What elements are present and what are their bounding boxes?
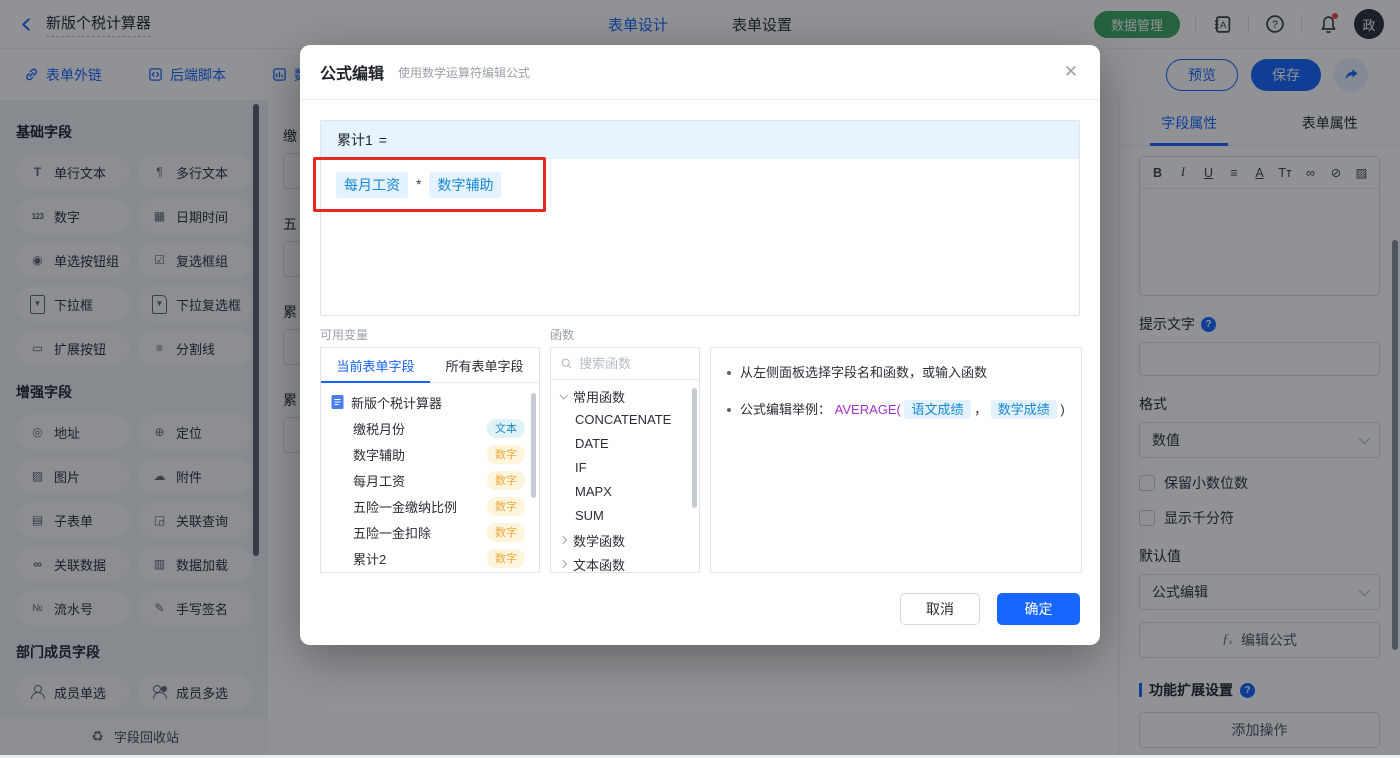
variable-field[interactable]: 每月工资 数字 xyxy=(321,467,539,493)
chevron-right-icon xyxy=(559,536,567,544)
variable-field[interactable]: 五险一金缴纳比例 数字 xyxy=(321,493,539,519)
variables-column: 可用变量 当前表单字段 所有表单字段 新版个税计算器 缴税月份文本 数字辅助数字… xyxy=(320,316,540,573)
variable-field[interactable]: 累计2 数字 xyxy=(321,545,539,571)
formula-input-area[interactable]: 每月工资 * 数字辅助 xyxy=(321,159,1079,315)
chevron-down-icon xyxy=(559,391,567,399)
function-item[interactable]: CONCATENATE xyxy=(551,408,699,432)
function-item[interactable]: MAPX xyxy=(551,480,699,504)
document-icon xyxy=(331,395,344,409)
example-prefix: 公式编辑举例： xyxy=(740,402,831,417)
tab-all-form-fields[interactable]: 所有表单字段 xyxy=(430,348,539,382)
example-field-tag: 数学成绩 xyxy=(991,400,1057,419)
variable-name: 每月工资 xyxy=(353,471,405,490)
example-close-paren: ) xyxy=(1060,402,1064,417)
functions-label: 函数 xyxy=(550,326,700,341)
function-group-common[interactable]: 常用函数 xyxy=(551,384,699,408)
formula-editor: 累计1 = 每月工资 * 数字辅助 xyxy=(320,120,1080,316)
tab-current-form-fields[interactable]: 当前表单字段 xyxy=(321,348,430,382)
close-icon[interactable] xyxy=(1064,62,1078,82)
type-badge: 数字 xyxy=(487,549,525,568)
function-search-input[interactable] xyxy=(579,356,689,371)
type-badge: 数字 xyxy=(487,471,525,490)
functions-scrollbar[interactable] xyxy=(692,388,697,508)
function-group-text[interactable]: 文本函数 xyxy=(551,552,699,573)
function-item[interactable]: IF xyxy=(551,456,699,480)
variables-label: 可用变量 xyxy=(320,326,540,341)
help-panel: 从左侧面板选择字段名和函数，或输入函数 公式编辑举例： AVERAGE( 语文成… xyxy=(710,347,1082,573)
type-badge: 数字 xyxy=(487,523,525,542)
variables-tabs: 当前表单字段 所有表单字段 xyxy=(321,348,539,383)
example-comma: ， xyxy=(974,402,987,417)
chevron-right-icon xyxy=(559,560,567,568)
variables-root-node[interactable]: 新版个税计算器 xyxy=(321,389,539,415)
variables-root-label: 新版个税计算器 xyxy=(351,393,442,412)
help-tip-text: 从左侧面板选择字段名和函数，或输入函数 xyxy=(740,362,987,384)
search-icon xyxy=(561,357,572,370)
cancel-button[interactable]: 取消 xyxy=(900,593,980,625)
modal-body: 累计1 = 每月工资 * 数字辅助 可用变量 当前表单字段 所有表单字段 xyxy=(300,100,1100,593)
function-group-label: 文本函数 xyxy=(573,555,625,574)
function-group-label: 常用函数 xyxy=(573,387,625,406)
help-column: 从左侧面板选择字段名和函数，或输入函数 公式编辑举例： AVERAGE( 语文成… xyxy=(710,316,1082,573)
variable-name: 累计2 xyxy=(353,549,386,568)
variable-field[interactable]: 五险一金扣除 数字 xyxy=(321,519,539,545)
function-group-math[interactable]: 数学函数 xyxy=(551,528,699,552)
type-badge: 数字 xyxy=(487,497,525,516)
variables-scrollbar[interactable] xyxy=(531,393,536,498)
modal-header: 公式编辑 使用数学运算符编辑公式 xyxy=(300,45,1100,100)
example-function: AVERAGE( xyxy=(835,402,901,417)
type-badge: 数字 xyxy=(487,445,525,464)
help-spacer xyxy=(710,326,1082,341)
formula-field-tag[interactable]: 每月工资 xyxy=(336,172,408,198)
help-example: 公式编辑举例： AVERAGE( 语文成绩 ， 数学成绩 ) xyxy=(727,399,1065,421)
variable-name: 五险一金缴纳比例 xyxy=(353,497,457,516)
formula-field-tag[interactable]: 数字辅助 xyxy=(429,172,501,198)
variable-field[interactable]: 缴税月份 文本 xyxy=(321,415,539,441)
modal-panels: 可用变量 当前表单字段 所有表单字段 新版个税计算器 缴税月份文本 数字辅助数字… xyxy=(320,316,1080,573)
formula-target-name: 累计1 xyxy=(337,130,373,150)
help-tip: 从左侧面板选择字段名和函数，或输入函数 xyxy=(727,362,1065,384)
variable-field[interactable]: 数字辅助 数字 xyxy=(321,441,539,467)
function-item[interactable]: DATE xyxy=(551,432,699,456)
variables-panel: 当前表单字段 所有表单字段 新版个税计算器 缴税月份文本 数字辅助数字 每月工资… xyxy=(320,347,540,573)
modal-footer: 取消 确定 xyxy=(900,593,1080,625)
variable-name: 缴税月份 xyxy=(353,419,405,438)
functions-column: 函数 常用函数 CONCATENATE DATE IF MAPX SUM 数学函… xyxy=(550,316,700,573)
variable-name: 五险一金扣除 xyxy=(353,523,431,542)
type-badge: 文本 xyxy=(487,419,525,438)
help-example-text: 公式编辑举例： AVERAGE( 语文成绩 ， 数学成绩 ) xyxy=(740,399,1065,421)
formula-operator: * xyxy=(416,172,421,192)
formula-editor-modal: 公式编辑 使用数学运算符编辑公式 累计1 = 每月工资 * 数字辅助 可用变量 … xyxy=(300,45,1100,645)
modal-subtitle: 使用数学运算符编辑公式 xyxy=(398,64,530,81)
confirm-button[interactable]: 确定 xyxy=(997,593,1080,625)
function-group-label: 数学函数 xyxy=(573,531,625,550)
formula-equals: = xyxy=(379,132,387,148)
function-search xyxy=(551,348,699,380)
formula-target-bar: 累计1 = xyxy=(321,121,1079,159)
bullet-icon xyxy=(727,408,731,412)
function-item[interactable]: SUM xyxy=(551,504,699,528)
variable-name: 数字辅助 xyxy=(353,445,405,464)
example-field-tag: 语文成绩 xyxy=(904,400,970,419)
variables-tree: 新版个税计算器 缴税月份文本 数字辅助数字 每月工资数字 五险一金缴纳比例数字 … xyxy=(321,383,539,573)
functions-tree: 常用函数 CONCATENATE DATE IF MAPX SUM 数学函数 文… xyxy=(551,380,699,573)
bullet-icon xyxy=(727,371,731,375)
functions-panel: 常用函数 CONCATENATE DATE IF MAPX SUM 数学函数 文… xyxy=(550,347,700,573)
modal-title: 公式编辑 xyxy=(320,60,384,84)
